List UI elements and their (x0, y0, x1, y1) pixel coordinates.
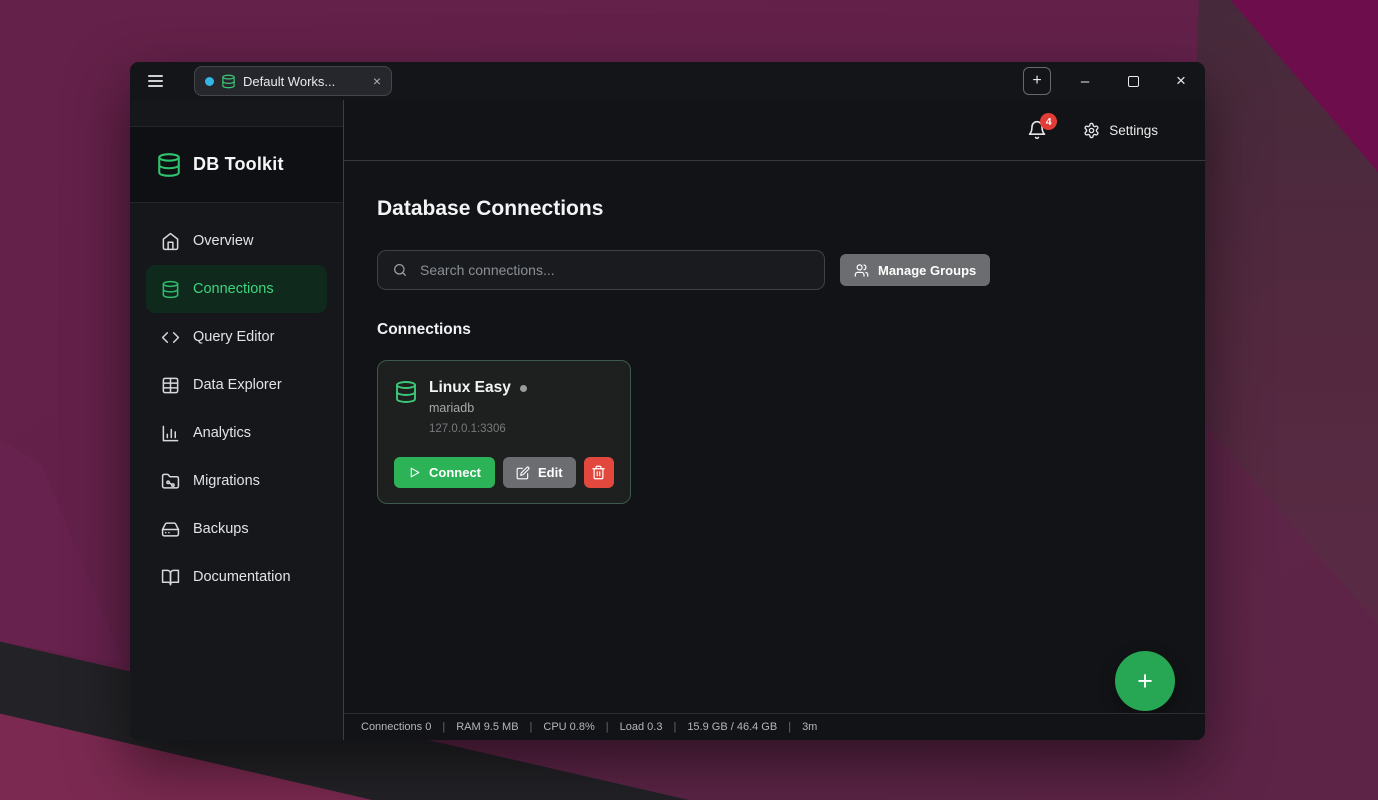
edit-button[interactable]: Edit (503, 457, 576, 488)
sidebar-spacer (130, 100, 343, 127)
sidebar-item-query-editor[interactable]: Query Editor (146, 313, 327, 361)
sidebar-item-documentation[interactable]: Documentation (146, 553, 327, 601)
status-separator: | (673, 721, 676, 733)
settings-label: Settings (1109, 123, 1158, 138)
connection-name: Linux Easy (429, 379, 511, 397)
database-icon (221, 74, 236, 89)
database-logo-icon (156, 152, 182, 178)
status-item: 3m (802, 721, 817, 733)
sidebar: DB Toolkit Overview Connections Query Ed… (130, 100, 344, 740)
play-icon (408, 466, 421, 479)
titlebar: Default Works... × + – × (130, 62, 1205, 100)
sidebar-item-label: Documentation (193, 569, 291, 585)
users-icon (854, 263, 869, 278)
sidebar-item-connections[interactable]: Connections (146, 265, 327, 313)
minimize-button[interactable]: – (1071, 67, 1099, 95)
sidebar-item-backups[interactable]: Backups (146, 505, 327, 553)
search-box (377, 250, 825, 290)
table-icon (161, 376, 180, 395)
status-item: RAM 9.5 MB (456, 721, 518, 733)
connection-engine: mariadb (429, 401, 527, 415)
sidebar-item-label: Query Editor (193, 329, 274, 345)
status-item: Load 0.3 (620, 721, 663, 733)
settings-button[interactable]: Settings (1077, 121, 1164, 140)
status-item: CPU 0.8% (543, 721, 594, 733)
page-title: Database Connections (377, 197, 1165, 221)
sidebar-item-label: Data Explorer (193, 377, 282, 393)
add-connection-button[interactable]: + (1115, 651, 1175, 711)
sidebar-item-label: Analytics (193, 425, 251, 441)
status-separator: | (530, 721, 533, 733)
status-separator: | (606, 721, 609, 733)
sidebar-item-label: Migrations (193, 473, 260, 489)
sidebar-item-overview[interactable]: Overview (146, 217, 327, 265)
edit-label: Edit (538, 465, 563, 480)
new-tab-button[interactable]: + (1023, 67, 1051, 95)
desktop-background: Default Works... × + – × DB Toolkit (0, 0, 1378, 800)
main-header: 4 Settings (344, 100, 1205, 161)
sidebar-item-label: Overview (193, 233, 253, 249)
status-item: 15.9 GB / 46.4 GB (687, 721, 777, 733)
app-logo: DB Toolkit (130, 127, 343, 203)
notification-badge: 4 (1040, 113, 1057, 130)
folder-git-icon (161, 472, 180, 491)
connection-actions: Connect Edit (394, 457, 614, 488)
sidebar-item-migrations[interactable]: Migrations (146, 457, 327, 505)
statusbar: Connections 0 | RAM 9.5 MB | CPU 0.8% | Load 0… (344, 713, 1205, 740)
connection-info: Linux Easy mariadb 127.0.0.1:3306 (429, 379, 527, 435)
delete-button[interactable] (584, 457, 614, 488)
tab-status-dot (205, 77, 214, 86)
search-input[interactable] (418, 261, 810, 279)
close-button[interactable]: × (1167, 67, 1195, 95)
sidebar-item-label: Backups (193, 521, 249, 537)
sidebar-item-data-explorer[interactable]: Data Explorer (146, 361, 327, 409)
connection-card-header: Linux Easy mariadb 127.0.0.1:3306 (394, 379, 614, 435)
tab-title: Default Works... (243, 74, 335, 89)
content-area: Database Connections Manage Groups Conne… (344, 161, 1205, 713)
tab-close-icon[interactable]: × (373, 74, 381, 88)
status-separator: | (788, 721, 791, 733)
sidebar-item-analytics[interactable]: Analytics (146, 409, 327, 457)
manage-groups-button[interactable]: Manage Groups (840, 254, 990, 286)
connect-label: Connect (429, 465, 481, 480)
status-separator: | (442, 721, 445, 733)
notifications-button[interactable]: 4 (1027, 120, 1047, 140)
app-window: Default Works... × + – × DB Toolkit (130, 62, 1205, 740)
database-icon (394, 380, 418, 404)
connection-status-dot (520, 385, 527, 392)
window-controls: + – × (1023, 67, 1195, 95)
edit-icon (516, 466, 530, 480)
hard-drive-icon (161, 520, 180, 539)
maximize-button[interactable] (1119, 67, 1147, 95)
window-body: DB Toolkit Overview Connections Query Ed… (130, 100, 1205, 740)
main-panel: 4 Settings Database Connections (344, 100, 1205, 740)
status-item: Connections 0 (361, 721, 431, 733)
sidebar-nav: Overview Connections Query Editor Data E… (130, 203, 343, 615)
code-icon (161, 328, 180, 347)
sidebar-item-label: Connections (193, 281, 274, 297)
connection-card: Linux Easy mariadb 127.0.0.1:3306 Connec… (377, 360, 631, 504)
toolbar: Manage Groups (377, 250, 1165, 290)
app-name: DB Toolkit (193, 154, 284, 175)
bar-chart-icon (161, 424, 180, 443)
gear-icon (1083, 122, 1100, 139)
connect-button[interactable]: Connect (394, 457, 495, 488)
search-icon (392, 262, 408, 278)
book-open-icon (161, 568, 180, 587)
connection-address: 127.0.0.1:3306 (429, 423, 527, 435)
maximize-icon (1128, 76, 1139, 87)
trash-icon (591, 465, 606, 480)
database-icon (161, 280, 180, 299)
section-title: Connections (377, 321, 1165, 339)
manage-groups-label: Manage Groups (878, 263, 976, 278)
hamburger-menu-icon[interactable] (148, 71, 166, 91)
workspace-tab[interactable]: Default Works... × (194, 66, 392, 96)
home-icon (161, 232, 180, 251)
plus-icon: + (1137, 666, 1153, 697)
